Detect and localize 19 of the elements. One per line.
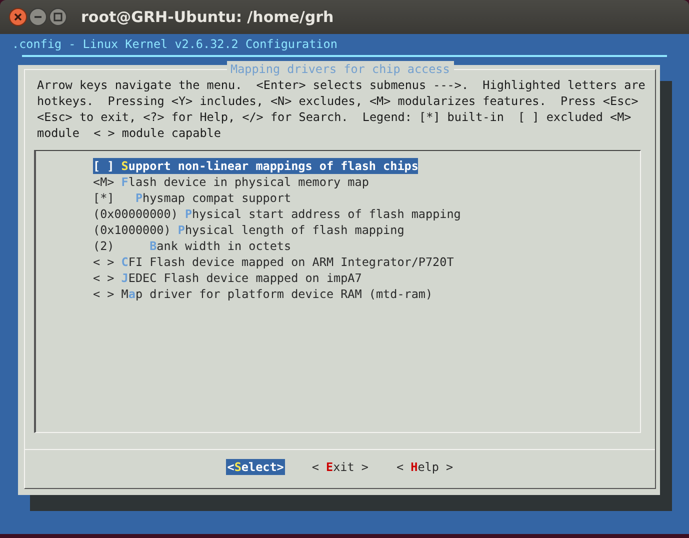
dialog-title: Mapping drivers for chip access [226, 61, 454, 77]
dialog-button[interactable]: < Help > [395, 459, 454, 475]
menu-item[interactable]: <M> Flash device in physical memory map [93, 174, 369, 190]
dialog-button[interactable]: < Exit > [310, 459, 370, 475]
menu-item[interactable]: (0x1000000) Physical length of flash mapping [93, 222, 404, 238]
menu-item[interactable]: [ ] Support non-linear mappings of flash chips [93, 158, 418, 174]
maximize-icon[interactable] [49, 8, 67, 26]
header-title: .config - Linux Kernel v2.6.32.2 Configuration [11, 36, 338, 53]
menu-item[interactable]: < > CFI Flash device mapped on ARM Integrator/P720T [93, 254, 454, 270]
close-icon[interactable] [9, 8, 27, 26]
menu-item[interactable]: (0x00000000) Physical start address of flash mapping [93, 206, 461, 222]
minimize-icon[interactable] [29, 8, 47, 26]
dialog-button[interactable]: <Select> [226, 459, 285, 475]
help-text: Arrow keys navigate the menu. <Enter> selects submenus --->. Highlighted letters are hotkeys. Pressing <Y> includes, <N> excludes, <M> modularizes features. Press <Esc><Esc> to exit, <?> for Help, </> for Search. Legend: [*] built-in [ ] excluded <M> module < > module capable [37, 77, 646, 141]
menu-item[interactable]: < > J EDEC Flash device mapped on impA7 [93, 270, 362, 286]
menu-item[interactable]: < > Map driver for platform device RAM (mtd-ram) [93, 286, 433, 302]
menu-item[interactable]: [*] Physmap compat support [93, 190, 292, 206]
menu-item[interactable]: (2) Bank width in octets [93, 238, 292, 254]
window-title: root@GRH-Ubuntu: /home/grh [81, 8, 334, 26]
